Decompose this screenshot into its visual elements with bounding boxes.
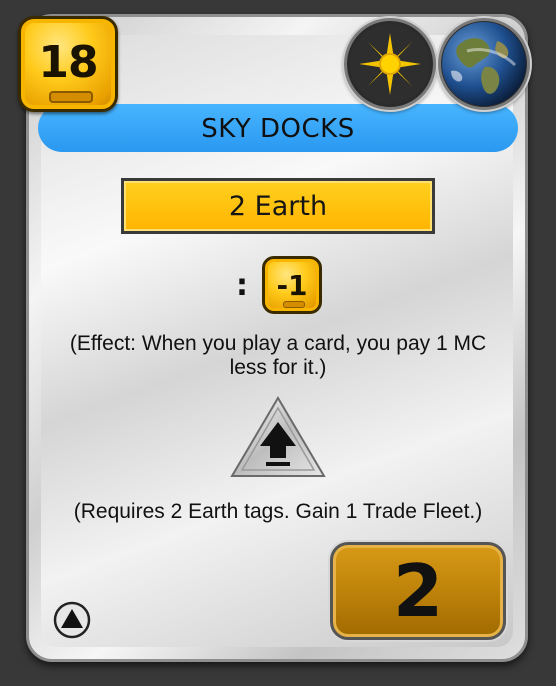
requirement-box: 2 Earth <box>121 178 435 234</box>
card-title: SKY DOCKS <box>201 114 355 144</box>
earth-tag-icon <box>438 18 530 110</box>
effect-row: : -1 <box>0 254 556 318</box>
cost-badge: 18 <box>18 16 118 112</box>
space-tag-icon <box>344 18 436 110</box>
cost-badge-notch <box>49 91 93 103</box>
modifier-badge-notch <box>283 301 305 308</box>
trade-fleet-icon <box>230 396 326 480</box>
requirement-label: 2 Earth <box>228 191 328 222</box>
requirement-description: (Requires 2 Earth tags. Gain 1 Trade Fle… <box>73 500 483 523</box>
cost-modifier-value: -1 <box>276 269 308 302</box>
victory-points-box: 2 <box>330 542 506 640</box>
cost-modifier-badge: -1 <box>262 256 322 314</box>
expansion-set-icon <box>52 600 92 640</box>
effect-description: (Effect: When you play a card, you pay 1… <box>69 332 487 379</box>
victory-points-value: 2 <box>392 549 444 633</box>
cost-value: 18 <box>38 37 98 88</box>
card-title-bar: SKY DOCKS <box>38 104 518 152</box>
effect-separator: : <box>236 268 248 303</box>
